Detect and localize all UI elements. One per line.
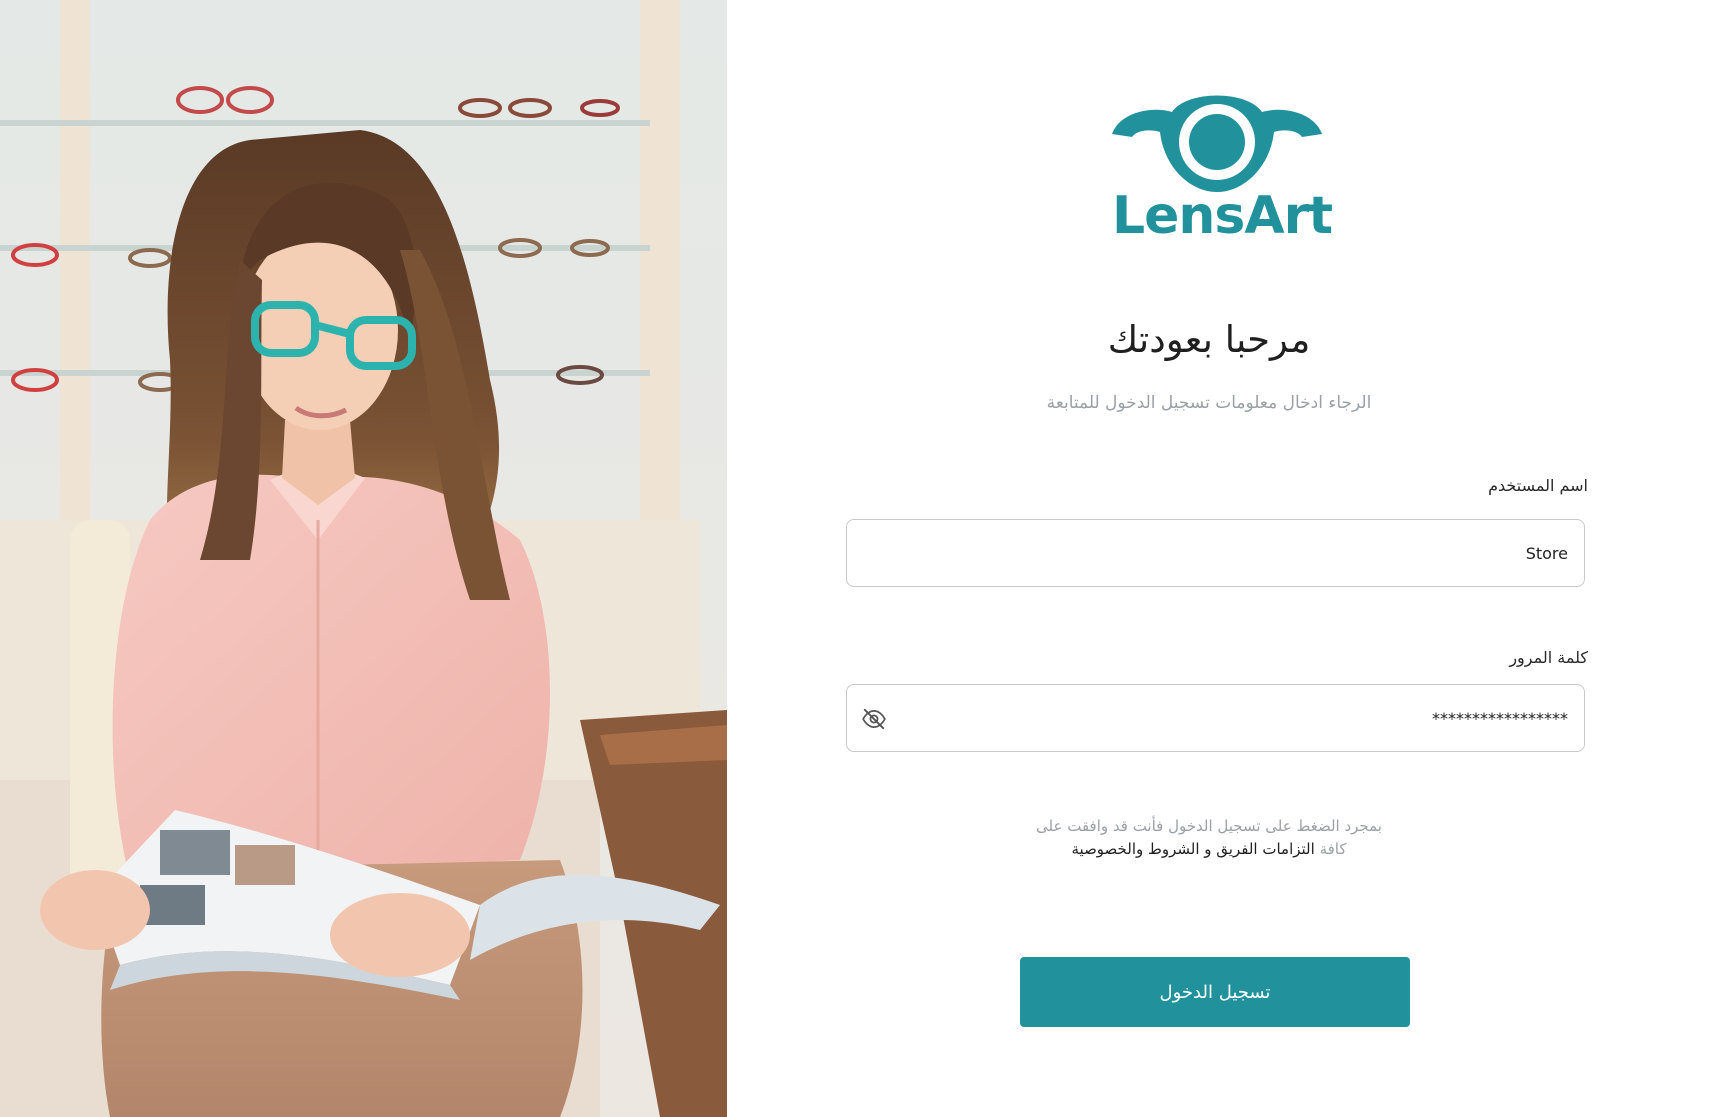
terms-prefix: كافة bbox=[1319, 840, 1347, 858]
brand-logo: LensArt bbox=[1112, 82, 1333, 252]
hero-photo-illustration bbox=[0, 0, 727, 1117]
username-field-box bbox=[846, 519, 1585, 587]
password-label: كلمة المرور bbox=[1509, 648, 1588, 667]
welcome-title: مرحبا بعودتك bbox=[1107, 318, 1311, 361]
terms-link[interactable]: التزامات الفريق و الشروط والخصوصية bbox=[1072, 840, 1315, 858]
password-field-box bbox=[846, 684, 1585, 752]
login-button[interactable]: تسجيل الدخول bbox=[1020, 957, 1410, 1027]
welcome-subtitle: الرجاء ادخال معلومات تسجيل الدخول للمتاب… bbox=[1046, 393, 1372, 413]
login-panel: LensArt مرحبا بعودتك الرجاء ادخال معلوما… bbox=[727, 0, 1728, 1117]
password-input[interactable] bbox=[928, 685, 1568, 751]
username-input[interactable] bbox=[928, 520, 1568, 586]
eye-logo-icon bbox=[1112, 95, 1322, 192]
hero-photo bbox=[0, 0, 727, 1117]
username-label: اسم المستخدم bbox=[1488, 476, 1588, 495]
terms-notice: بمجرد الضغط على تسجيل الدخول فأنت قد واف… bbox=[727, 815, 1691, 861]
terms-line1: بمجرد الضغط على تسجيل الدخول فأنت قد واف… bbox=[1036, 817, 1382, 835]
eye-off-icon[interactable] bbox=[861, 706, 887, 732]
terms-line2: كافة التزامات الفريق و الشروط والخصوصية bbox=[727, 838, 1691, 861]
brand-name: LensArt bbox=[1112, 186, 1333, 246]
login-page: LensArt مرحبا بعودتك الرجاء ادخال معلوما… bbox=[0, 0, 1728, 1117]
